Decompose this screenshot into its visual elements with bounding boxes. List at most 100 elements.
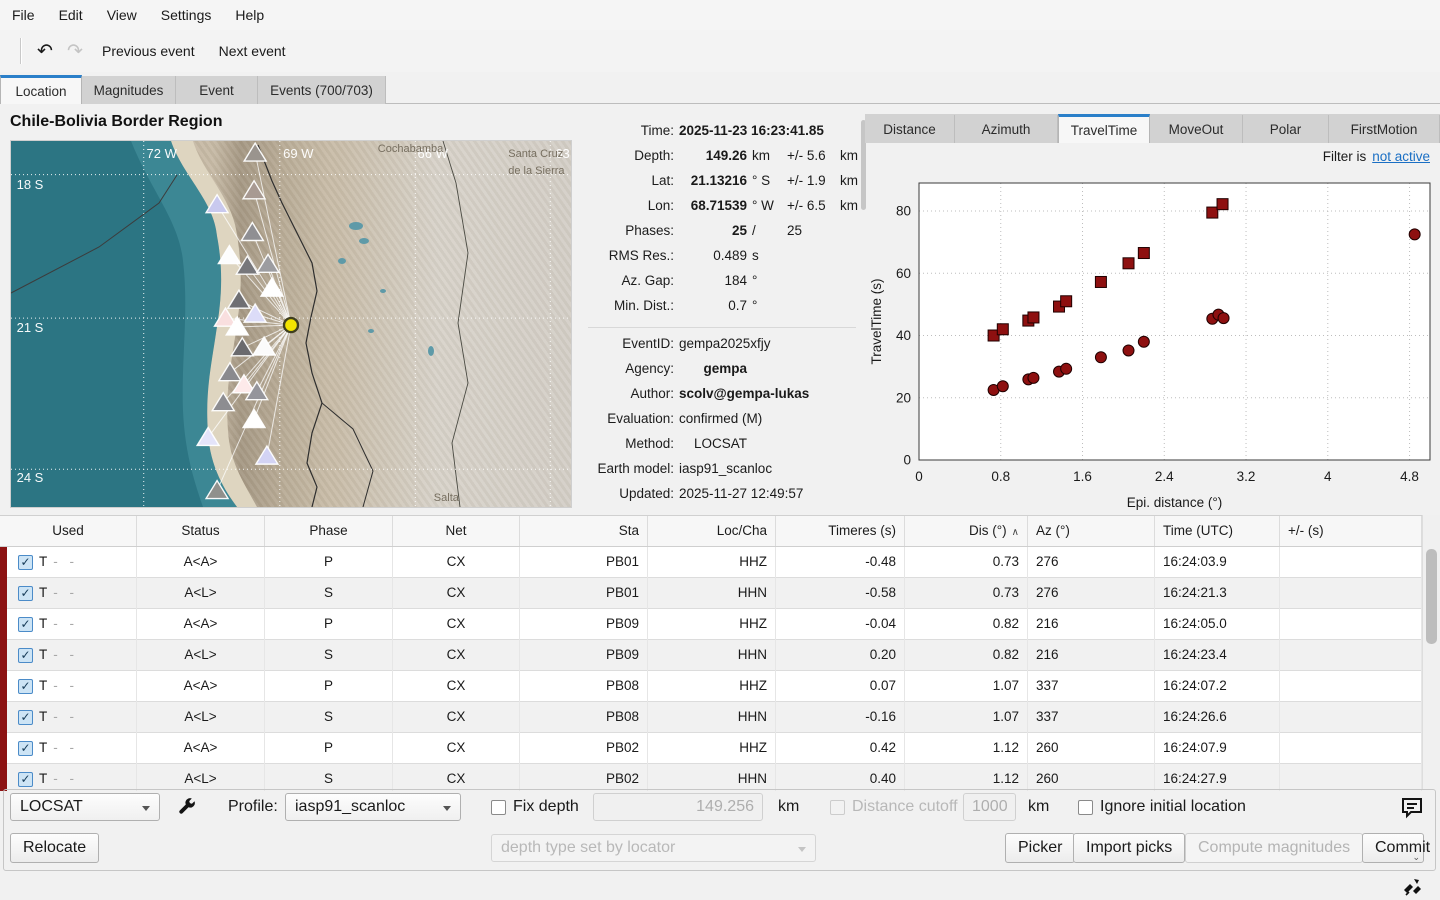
table-row[interactable]: ✓T- -A<A>PCXPB09HHZ-0.040.8221616:24:05.… — [0, 609, 1422, 640]
station-marker[interactable] — [241, 223, 263, 241]
column-header-s[interactable]: +/- (s) — [1280, 516, 1422, 546]
column-header-phase[interactable]: Phase — [265, 516, 393, 546]
tab-location[interactable]: Location — [0, 75, 82, 104]
table-row[interactable]: ✓T- -A<L>SCXPB08HHN-0.161.0733716:24:26.… — [0, 702, 1422, 733]
previous-event-button[interactable]: Previous event — [90, 39, 207, 63]
plot-tab-traveltime[interactable]: TravelTime — [1058, 114, 1150, 143]
locator-settings-wrench-icon[interactable] — [177, 797, 197, 817]
lake — [428, 346, 434, 356]
table-row[interactable]: ✓T- -A<L>SCXPB09HHN0.200.8221616:24:23.4 — [0, 640, 1422, 671]
column-header-loccha[interactable]: Loc/Cha — [648, 516, 776, 546]
data-point-s[interactable] — [1061, 296, 1072, 307]
menu-item-settings[interactable]: Settings — [149, 3, 224, 27]
origin-details-panel: Time:2025-11-23 16:23:41.85Depth:149.26k… — [582, 118, 860, 510]
phase-cell: S — [265, 702, 393, 733]
used-checkbox[interactable]: ✓ — [18, 617, 33, 632]
phase-cell: S — [265, 640, 393, 671]
import-picks-button[interactable]: Import picks — [1073, 833, 1185, 863]
event-detail-value: scolv@gempa-lukas — [679, 381, 747, 406]
used-extra-flags: - - — [53, 578, 78, 608]
epicenter-marker[interactable] — [284, 318, 298, 332]
station-marker[interactable] — [244, 143, 266, 161]
table-row[interactable]: ✓T- -A<A>PCXPB02HHZ0.421.1226016:24:07.9 — [0, 733, 1422, 764]
data-point-s[interactable] — [1138, 248, 1149, 259]
origin-detail-label: Lat: — [582, 168, 674, 193]
table-row[interactable]: ✓T- -A<L>SCXPB01HHN-0.580.7327616:24:21.… — [0, 578, 1422, 609]
used-checkbox[interactable]: ✓ — [18, 741, 33, 756]
data-point-p[interactable] — [1218, 313, 1229, 324]
locator-select[interactable]: LOCSAT — [10, 793, 160, 821]
data-point-s[interactable] — [1123, 258, 1134, 269]
data-point-p[interactable] — [1123, 345, 1134, 356]
cha-cell: HHZ — [648, 609, 776, 640]
used-extra-flags: - - — [53, 547, 78, 577]
menu-item-help[interactable]: Help — [223, 3, 276, 27]
station-marker[interactable] — [243, 410, 265, 428]
data-point-p[interactable] — [1028, 372, 1039, 383]
used-checkbox[interactable]: ✓ — [18, 710, 33, 725]
plot-tab-firstmotion[interactable]: FirstMotion — [1329, 115, 1440, 143]
origin-detail-unit: ° — [752, 293, 782, 318]
connection-status-icon[interactable] — [1402, 877, 1422, 897]
cha-cell: HHZ — [648, 733, 776, 764]
data-point-p[interactable] — [1138, 336, 1149, 347]
net-cell: CX — [393, 671, 520, 702]
data-point-s[interactable] — [1207, 207, 1218, 218]
column-header-az[interactable]: Az (°) — [1028, 516, 1155, 546]
used-checkbox[interactable]: ✓ — [18, 586, 33, 601]
data-point-p[interactable] — [1061, 363, 1072, 374]
table-row[interactable]: ✓T- -A<A>PCXPB01HHZ-0.480.7327616:24:03.… — [0, 547, 1422, 578]
menu-item-file[interactable]: File — [0, 3, 47, 27]
column-header-sta[interactable]: Sta — [520, 516, 648, 546]
data-point-s[interactable] — [1095, 276, 1106, 287]
fix-depth-checkbox[interactable] — [491, 800, 506, 815]
data-point-p[interactable] — [1409, 229, 1420, 240]
arrival-table-scrollbar-thumb[interactable] — [1426, 549, 1437, 644]
station-marker[interactable] — [257, 254, 279, 272]
tab-event[interactable]: Event — [176, 76, 258, 104]
menu-item-edit[interactable]: Edit — [47, 3, 95, 27]
table-row[interactable]: ✓T- -A<A>PCXPB08HHZ0.071.0733716:24:07.2 — [0, 671, 1422, 702]
data-point-s[interactable] — [997, 324, 1008, 335]
data-point-s[interactable] — [1217, 199, 1228, 210]
data-point-p[interactable] — [1095, 352, 1106, 363]
data-point-s[interactable] — [1028, 312, 1039, 323]
data-point-p[interactable] — [997, 381, 1008, 392]
filter-status-link[interactable]: not active — [1372, 149, 1430, 164]
relocate-button[interactable]: Relocate — [10, 833, 99, 863]
picker-button[interactable]: Picker — [1005, 833, 1075, 863]
plot-tab-polar[interactable]: Polar — [1243, 115, 1329, 143]
profile-select[interactable]: iasp91_scanloc — [285, 793, 461, 821]
used-cell: ✓T- - — [0, 671, 137, 702]
column-header-status[interactable]: Status — [137, 516, 265, 546]
tab-events-700-703-[interactable]: Events (700/703) — [258, 76, 386, 104]
column-header-dis[interactable]: Dis (°)∧ — [905, 516, 1028, 546]
column-header-timeress[interactable]: Timeres (s) — [776, 516, 905, 546]
column-header-used[interactable]: Used — [0, 516, 137, 546]
column-header-net[interactable]: Net — [393, 516, 520, 546]
used-checkbox[interactable]: ✓ — [18, 772, 33, 787]
traveltime-plot[interactable]: 00.81.62.43.244.8020406080Epi. distance … — [868, 170, 1440, 515]
used-checkbox[interactable]: ✓ — [18, 648, 33, 663]
used-checkbox[interactable]: ✓ — [18, 555, 33, 570]
plot-tab-distance[interactable]: Distance — [865, 115, 955, 143]
station-marker[interactable] — [231, 338, 253, 356]
profile-label: Profile: — [228, 793, 278, 821]
location-map[interactable]: 72 W69 W66 W6318 S21 S24 SCochabambaSant… — [10, 140, 572, 508]
comment-icon[interactable] — [1399, 794, 1425, 820]
origin-detail-value: 2025-11-23 16:23:41.85 — [679, 118, 866, 143]
undo-icon[interactable]: ↶ — [32, 38, 58, 64]
next-event-button[interactable]: Next event — [207, 39, 298, 63]
arrival-table-scrollbar[interactable] — [1422, 515, 1440, 790]
column-header-timeutc[interactable]: Time (UTC) — [1155, 516, 1280, 546]
plot-tab-azimuth[interactable]: Azimuth — [955, 115, 1058, 143]
plot-tab-moveout[interactable]: MoveOut — [1150, 115, 1243, 143]
menu-item-view[interactable]: View — [95, 3, 149, 27]
tab-magnitudes[interactable]: Magnitudes — [82, 76, 176, 104]
commit-button[interactable]: Commit ⌄ — [1362, 833, 1424, 863]
used-checkbox[interactable]: ✓ — [18, 679, 33, 694]
table-row[interactable]: ✓T- -A<L>SCXPB02HHN0.401.1226016:24:27.9 — [0, 764, 1422, 791]
y-axis-label: TravelTime (s) — [869, 279, 884, 365]
ignore-initial-location-checkbox[interactable] — [1078, 800, 1093, 815]
station-marker[interactable] — [256, 446, 278, 464]
